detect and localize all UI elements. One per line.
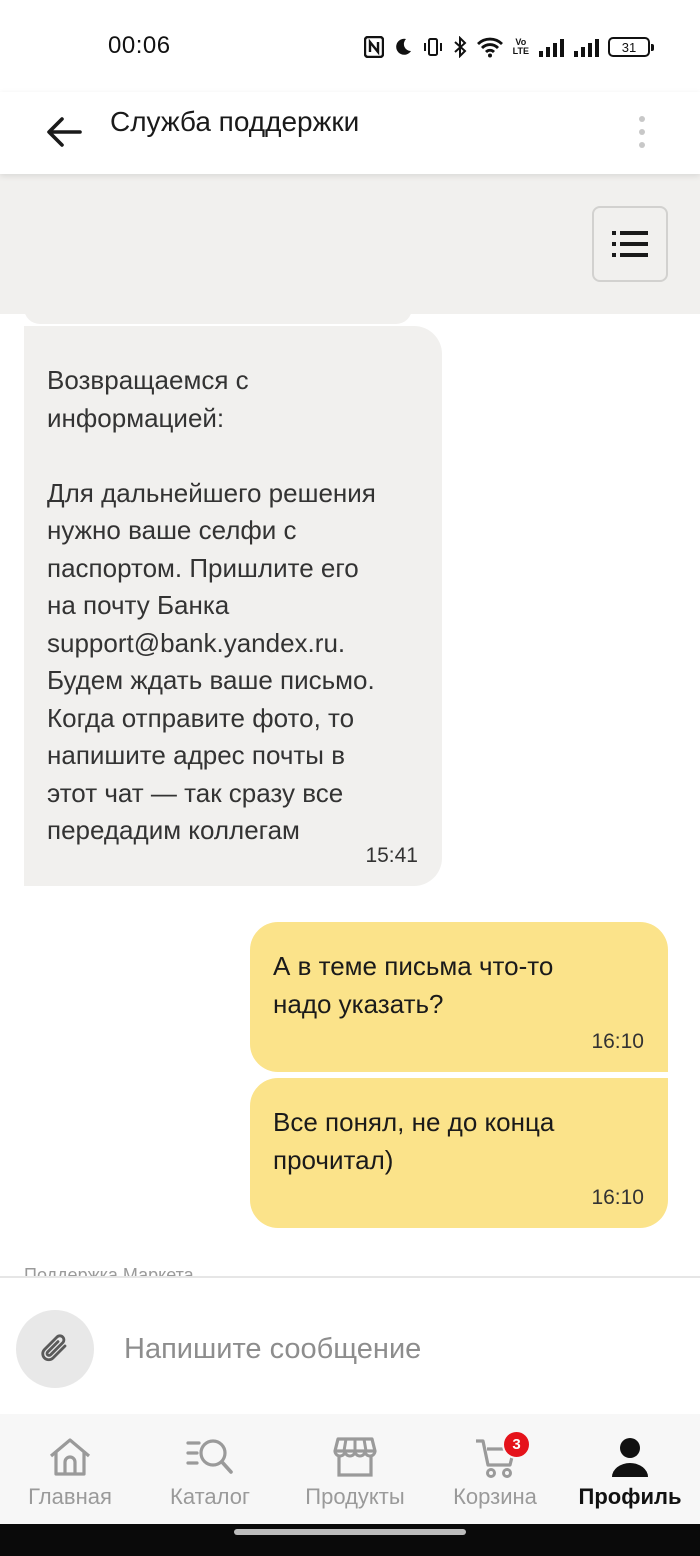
- nav-item-cart[interactable]: 3 Корзина: [430, 1414, 560, 1524]
- wifi-icon: [476, 37, 503, 58]
- message-composer: [0, 1276, 700, 1414]
- store-icon: [333, 1437, 377, 1477]
- sender-name: Поддержка Маркета: [24, 1265, 194, 1276]
- outgoing-message: Все понял, не до конца прочитал) 16:10: [250, 1078, 668, 1228]
- nfc-icon: [363, 36, 384, 58]
- quick-menu-button[interactable]: [592, 206, 668, 282]
- message-time: 16:10: [591, 1030, 644, 1053]
- status-icons: Vo LTE 31: [363, 33, 654, 61]
- signal-icon: [539, 39, 564, 57]
- moon-icon: [395, 38, 411, 55]
- message-text: Возвращаемся с информацией: Для дальнейш…: [47, 365, 376, 845]
- status-bar: 00:06 Vo LTE 31: [0, 0, 700, 92]
- status-time: 00:06: [108, 32, 171, 59]
- home-icon: [49, 1438, 91, 1476]
- list-menu-icon: [612, 231, 648, 235]
- nav-label: Главная: [28, 1484, 112, 1509]
- system-gesture-bar: [0, 1524, 700, 1556]
- nav-item-profile[interactable]: Профиль: [560, 1414, 700, 1524]
- message-text: Все понял, не до конца прочитал): [273, 1107, 555, 1175]
- bottom-navigation: Главная Каталог Продукты 3 Корзина Профи…: [0, 1414, 700, 1524]
- quick-menu-band: [0, 174, 700, 314]
- app-bar: Служба поддержки: [0, 92, 700, 174]
- nav-label: Продукты: [305, 1484, 405, 1509]
- message-time: 15:41: [365, 844, 418, 867]
- bluetooth-icon: [453, 36, 467, 58]
- paperclip-icon: [41, 1334, 67, 1362]
- page-title: Служба поддержки: [110, 106, 360, 137]
- attach-button[interactable]: [16, 1310, 94, 1388]
- nav-item-products[interactable]: Продукты: [280, 1414, 430, 1524]
- message-input[interactable]: [124, 1322, 664, 1376]
- home-gesture-handle[interactable]: [234, 1529, 466, 1535]
- nav-item-catalog[interactable]: Каталог: [140, 1414, 280, 1524]
- catalog-search-icon: [186, 1439, 233, 1474]
- battery-icon: 31: [608, 37, 654, 57]
- back-button[interactable]: [36, 104, 92, 160]
- battery-level: 31: [621, 39, 637, 55]
- message-list[interactable]: Возвращаемся с информацией: Для дальнейш…: [0, 314, 700, 1276]
- more-options-button[interactable]: [624, 102, 660, 162]
- outgoing-message: А в теме письма что-то надо указать? 16:…: [250, 922, 668, 1072]
- vibrate-icon: [423, 38, 442, 56]
- nav-label: Каталог: [170, 1484, 250, 1509]
- cart-count-badge: 3: [502, 1430, 531, 1459]
- incoming-message: Возвращаемся с информацией: Для дальнейш…: [24, 326, 442, 886]
- message-time: 16:10: [591, 1186, 644, 1209]
- nav-item-home[interactable]: Главная: [0, 1414, 140, 1524]
- arrow-left-icon: [47, 117, 82, 147]
- nav-label: Профиль: [578, 1484, 682, 1509]
- more-vertical-icon: [639, 116, 645, 122]
- signal-icon: [574, 39, 599, 57]
- nav-label: Корзина: [453, 1484, 537, 1509]
- message-text: А в теме письма что-то надо указать?: [273, 951, 554, 1019]
- profile-icon: [612, 1438, 648, 1477]
- volte-bottom: LTE: [512, 46, 529, 56]
- volte-icon: Vo LTE: [513, 38, 529, 56]
